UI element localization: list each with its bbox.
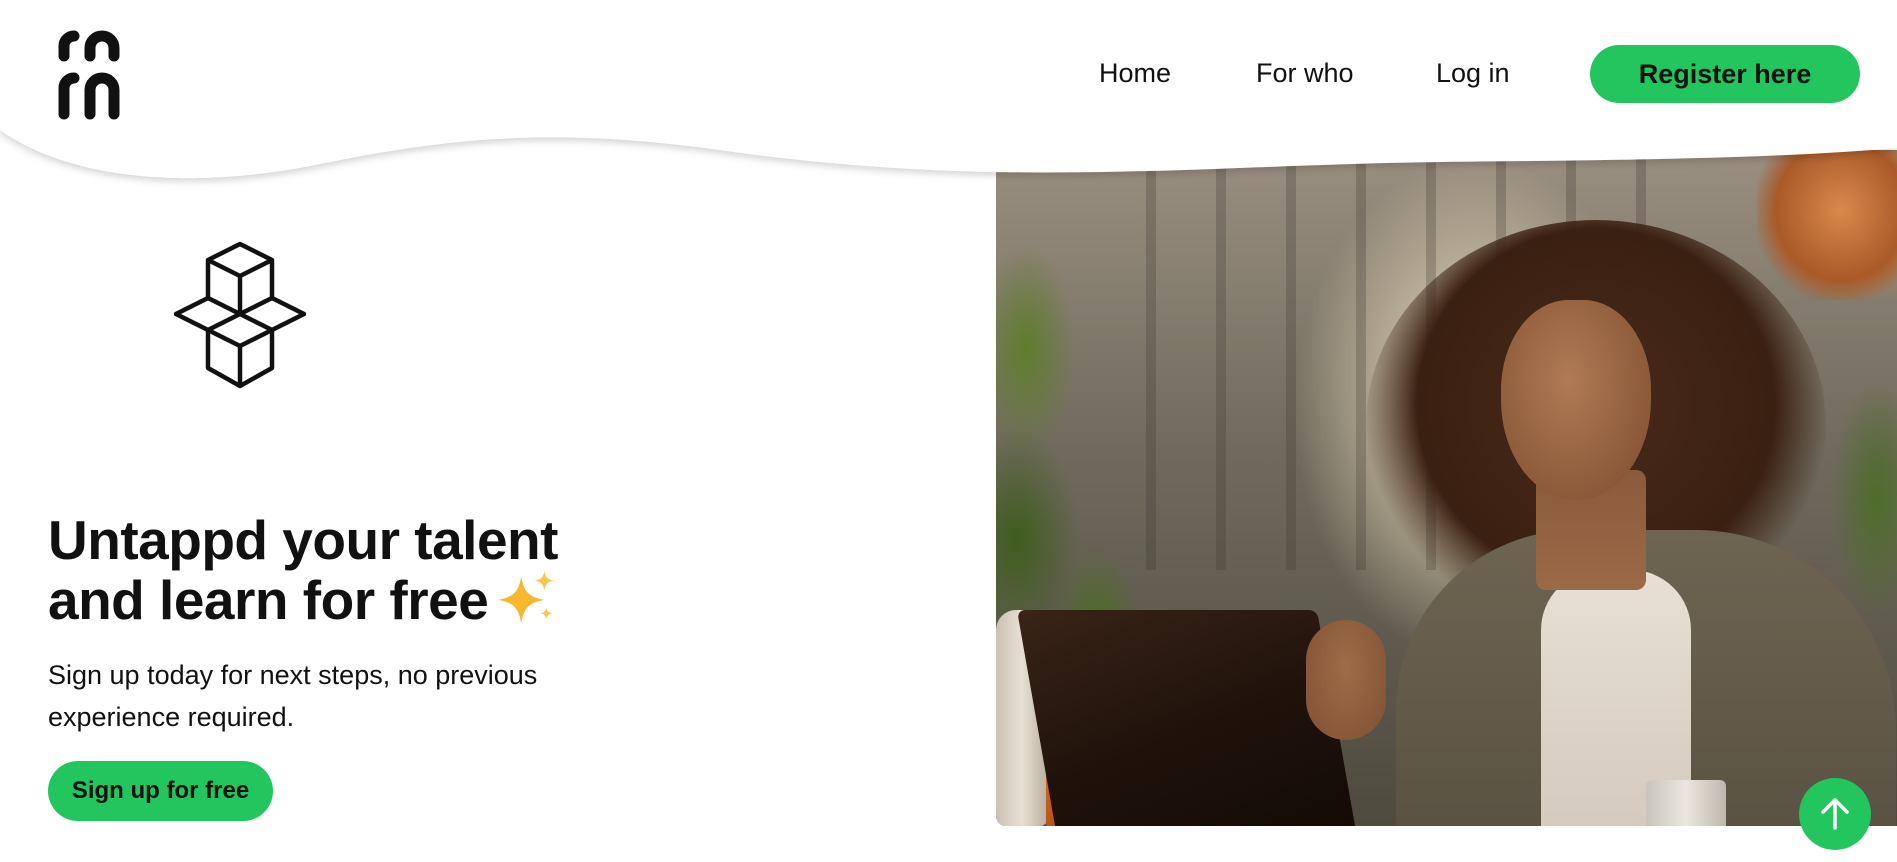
hero-title-line2-wrap: and learn for free bbox=[48, 570, 748, 630]
scroll-to-top-button[interactable] bbox=[1799, 778, 1871, 850]
photo-hand bbox=[1306, 620, 1386, 740]
nav-link-for-who[interactable]: For who bbox=[1256, 58, 1354, 89]
hero-title-line2: and learn for free bbox=[48, 569, 489, 631]
photo-face bbox=[1501, 300, 1651, 500]
arrow-up-icon bbox=[1821, 798, 1849, 830]
hero-photo bbox=[996, 150, 1897, 826]
signup-free-button[interactable]: Sign up for free bbox=[48, 761, 273, 821]
register-button[interactable]: Register here bbox=[1590, 45, 1860, 103]
nav-link-log-in[interactable]: Log in bbox=[1436, 58, 1510, 89]
hero-title: Untappd your talent and learn for free bbox=[48, 510, 748, 630]
nav-link-home[interactable]: Home bbox=[1099, 58, 1171, 89]
photo-laptop bbox=[1016, 610, 1356, 826]
photo-mug bbox=[1646, 780, 1726, 826]
sparkles-icon bbox=[498, 571, 555, 624]
hero-title-line1: Untappd your talent bbox=[48, 509, 558, 571]
stacked-cubes-icon bbox=[174, 241, 306, 389]
hero-subtitle: Sign up today for next steps, no previou… bbox=[48, 660, 538, 732]
